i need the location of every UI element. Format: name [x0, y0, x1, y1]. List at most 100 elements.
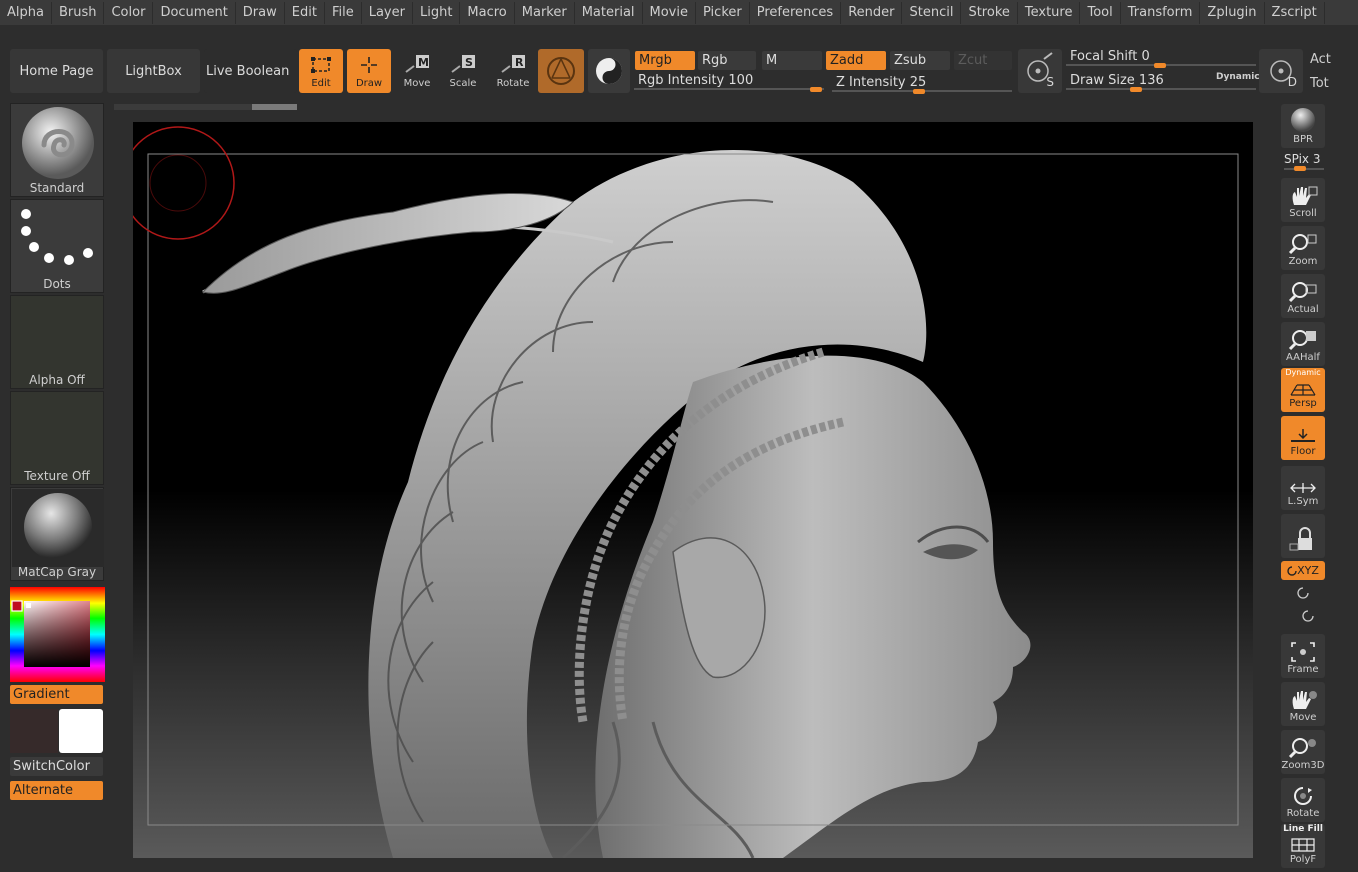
- menu-item-brush[interactable]: Brush: [52, 1, 105, 24]
- lazy-mouse-button[interactable]: S: [1018, 49, 1062, 93]
- transp-lock-button[interactable]: [1281, 514, 1325, 558]
- persp-button[interactable]: Dynamic Persp: [1281, 368, 1325, 412]
- move-button[interactable]: M Move: [395, 49, 439, 93]
- menu-item-render[interactable]: Render: [841, 1, 903, 24]
- z-rotate-toggle[interactable]: [1301, 609, 1315, 623]
- polyframe-button[interactable]: Line Fill PolyF: [1281, 824, 1325, 868]
- rotate-button[interactable]: R Rotate: [491, 49, 535, 93]
- dynamic-toggle[interactable]: Dynamic: [1216, 72, 1260, 82]
- material-selector[interactable]: MatCap Gray: [10, 487, 104, 581]
- menu-item-marker[interactable]: Marker: [515, 1, 575, 24]
- texture-selector[interactable]: Texture Off: [10, 391, 104, 485]
- lsym-button[interactable]: L.Sym: [1281, 466, 1325, 510]
- rotate-z-icon: [1302, 610, 1314, 622]
- document-canvas[interactable]: [133, 122, 1253, 858]
- mrgb-button[interactable]: Mrgb: [635, 51, 695, 70]
- menu-item-macro[interactable]: Macro: [460, 1, 515, 24]
- menu-item-zscript[interactable]: Zscript: [1265, 1, 1325, 24]
- stroke-selector[interactable]: Dots: [10, 199, 104, 293]
- aahalf-label: AAHalf: [1286, 352, 1320, 363]
- alternate-toggle[interactable]: Alternate: [10, 781, 103, 800]
- focal-shift-value: 0: [1141, 49, 1150, 64]
- zcut-button[interactable]: Zcut: [954, 51, 1012, 70]
- focal-shift-knob[interactable]: [1154, 63, 1166, 68]
- primary-color-swatch[interactable]: [59, 709, 103, 753]
- rgb-button[interactable]: Rgb: [698, 51, 756, 70]
- scale-button[interactable]: S Scale: [441, 49, 485, 93]
- frame-button[interactable]: Frame: [1281, 634, 1325, 678]
- z-intensity-slider[interactable]: Z Intensity 25: [832, 75, 1012, 94]
- rotate-view-button[interactable]: Rotate: [1281, 778, 1325, 822]
- frame-label: Frame: [1287, 664, 1319, 675]
- menu-item-texture[interactable]: Texture: [1018, 1, 1081, 24]
- zoom-button[interactable]: Zoom: [1281, 226, 1325, 270]
- focal-shift-slider[interactable]: Focal Shift 0: [1066, 49, 1256, 68]
- menu-item-stroke[interactable]: Stroke: [961, 1, 1018, 24]
- menu-item-color[interactable]: Color: [104, 1, 154, 24]
- menu-item-alpha[interactable]: Alpha: [0, 1, 52, 24]
- spix-knob[interactable]: [1294, 166, 1306, 171]
- menu-item-movie[interactable]: Movie: [643, 1, 696, 24]
- top-toolbar: Home Page LightBox Live Boolean Edit Dra…: [0, 44, 1358, 98]
- z-intensity-knob[interactable]: [913, 89, 925, 94]
- menu-item-file[interactable]: File: [325, 1, 362, 24]
- menu-item-layer[interactable]: Layer: [362, 1, 413, 24]
- menu-bar: Alpha Brush Color Document Draw Edit File Layer…: [0, 0, 1358, 25]
- spray-icon: [1027, 52, 1053, 82]
- move-label: Move: [403, 78, 431, 89]
- persp-label: Persp: [1289, 398, 1317, 409]
- actual-button[interactable]: Actual: [1281, 274, 1325, 318]
- scroll-button[interactable]: Scroll: [1281, 178, 1325, 222]
- color-sphere-button[interactable]: [588, 49, 630, 93]
- menu-item-material[interactable]: Material: [575, 1, 643, 24]
- m-button[interactable]: M: [762, 51, 822, 70]
- menu-item-preferences[interactable]: Preferences: [750, 1, 842, 24]
- menu-item-tool[interactable]: Tool: [1080, 1, 1121, 24]
- matcap-sphere-icon: [12, 489, 104, 567]
- spix-slider[interactable]: SPix 3: [1284, 152, 1326, 172]
- menu-item-draw[interactable]: Draw: [236, 1, 285, 24]
- hand-icon: [1292, 186, 1318, 205]
- switch-color-button[interactable]: SwitchColor: [10, 757, 103, 776]
- persp-dynamic-label: Dynamic: [1285, 368, 1321, 377]
- color-picker[interactable]: [10, 587, 105, 682]
- draw-size-value: 136: [1138, 73, 1164, 88]
- draw-button[interactable]: Draw: [347, 49, 391, 93]
- d-indicator: D: [1287, 75, 1297, 89]
- rgb-intensity-knob[interactable]: [810, 87, 822, 92]
- brush-selector[interactable]: Standard: [10, 103, 104, 197]
- edit-button[interactable]: Edit: [299, 49, 343, 93]
- menu-item-zplugin[interactable]: Zplugin: [1200, 1, 1265, 24]
- backface-button[interactable]: D: [1259, 49, 1303, 93]
- xyz-rotate-toggle[interactable]: XYZ: [1281, 561, 1325, 580]
- material-preview-button[interactable]: [538, 49, 584, 93]
- live-boolean-button[interactable]: Live Boolean: [204, 49, 297, 93]
- menu-item-picker[interactable]: Picker: [696, 1, 750, 24]
- menu-item-stencil[interactable]: Stencil: [902, 1, 962, 24]
- dots-stroke-icon: [21, 209, 93, 265]
- zoom3d-label: Zoom3D: [1281, 760, 1325, 771]
- draw-size-knob[interactable]: [1130, 87, 1142, 92]
- bpr-button[interactable]: BPR: [1281, 104, 1325, 148]
- menu-item-light[interactable]: Light: [413, 1, 461, 24]
- rotate-icon: R: [501, 55, 525, 73]
- live-boolean-label: Live Boolean: [206, 63, 290, 79]
- home-page-button[interactable]: Home Page: [10, 49, 103, 93]
- alpha-selector[interactable]: Alpha Off: [10, 295, 104, 389]
- draw-icon: [361, 57, 377, 73]
- menu-item-transform[interactable]: Transform: [1121, 1, 1201, 24]
- menu-item-document[interactable]: Document: [153, 1, 236, 24]
- secondary-color-swatch[interactable]: [10, 709, 58, 753]
- gradient-toggle[interactable]: Gradient: [10, 685, 103, 704]
- menu-item-edit[interactable]: Edit: [285, 1, 325, 24]
- move-view-button[interactable]: Move: [1281, 682, 1325, 726]
- aahalf-button[interactable]: AAHalf: [1281, 322, 1325, 366]
- zsub-button[interactable]: Zsub: [890, 51, 950, 70]
- zoom3d-button[interactable]: Zoom3D: [1281, 730, 1325, 774]
- y-rotate-toggle[interactable]: [1296, 586, 1310, 600]
- rgb-intensity-slider[interactable]: Rgb Intensity 100: [634, 73, 824, 92]
- floor-button[interactable]: Floor: [1281, 416, 1325, 460]
- document-tab-indicator[interactable]: [252, 104, 297, 110]
- zadd-button[interactable]: Zadd: [826, 51, 886, 70]
- lightbox-button[interactable]: LightBox: [107, 49, 200, 93]
